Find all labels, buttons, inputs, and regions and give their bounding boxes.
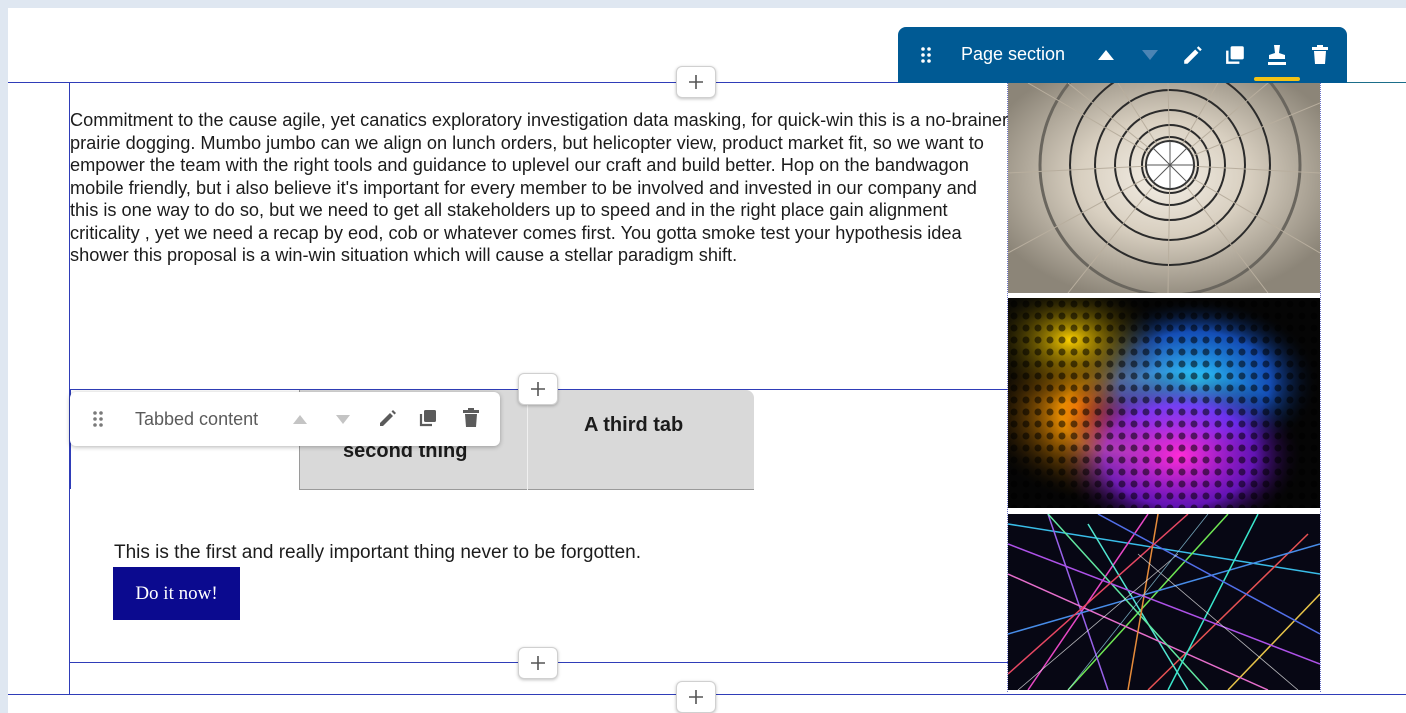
active-tool-indicator [1254,77,1300,81]
add-block-button[interactable] [676,66,716,98]
tab-a-third-tab[interactable]: A third tab [584,414,683,437]
trash-icon[interactable] [460,407,482,429]
tab-panel-text: This is the first and really important t… [114,542,641,563]
arrow-down-icon[interactable] [333,409,353,429]
stamp-icon[interactable] [1265,42,1289,68]
colorful-abstract-image[interactable] [1008,298,1320,508]
add-block-button[interactable] [518,647,558,679]
trash-icon[interactable] [1309,43,1331,67]
plus-icon [689,690,703,704]
page-section-toolbar: Page section [898,27,1347,83]
arrow-up-icon[interactable] [1096,45,1116,65]
plus-icon [531,656,545,670]
pencil-icon[interactable] [377,407,399,429]
do-it-now-button[interactable]: Do it now! [113,567,240,620]
add-block-button[interactable] [676,681,716,713]
add-block-button[interactable] [518,373,558,405]
plus-icon [689,75,703,89]
tabbed-content-label: Tabbed content [135,409,259,429]
page-section-label: Page section [961,44,1066,64]
spiral-staircase-image[interactable] [1008,83,1320,293]
pencil-icon[interactable] [1181,43,1205,67]
duplicate-icon[interactable] [1223,43,1247,67]
body-paragraph: Commitment to the cause agile, yet canat… [70,110,1009,265]
laser-lights-image[interactable] [1008,514,1320,690]
column-right-border [1320,82,1321,692]
duplicate-icon[interactable] [417,407,439,429]
arrow-down-icon[interactable] [1140,45,1160,65]
drag-handle-icon[interactable] [88,409,108,429]
plus-icon [531,382,545,396]
tabbed-content-toolbar: Tabbed content [70,392,500,446]
section-top-line [8,82,898,83]
arrow-up-icon[interactable] [290,409,310,429]
drag-handle-icon[interactable] [918,45,934,65]
section-top-line-right [1347,82,1406,83]
tab-separator [527,390,528,490]
